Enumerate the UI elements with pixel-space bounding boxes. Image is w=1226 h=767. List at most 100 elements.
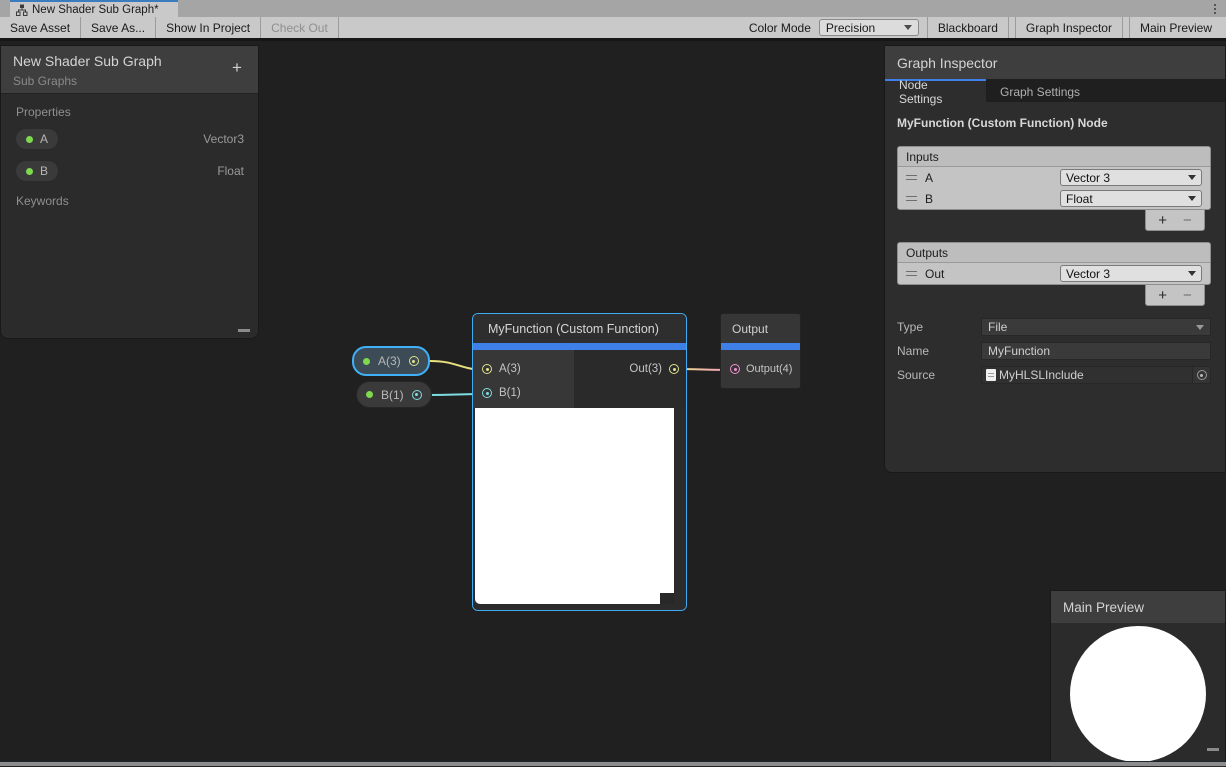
input-b-type-dropdown[interactable]: Float — [1060, 190, 1202, 207]
graph-inspector-panel: Graph Inspector Node Settings Graph Sett… — [884, 45, 1226, 473]
chevron-down-icon — [1188, 196, 1196, 201]
drag-handle-icon[interactable] — [906, 196, 917, 201]
output-port-row[interactable]: Output(4) — [721, 350, 800, 388]
inputs-row-a[interactable]: A Vector 3 — [898, 167, 1210, 188]
property-node-a[interactable]: A(3) — [352, 346, 430, 376]
main-preview-title: Main Preview — [1063, 600, 1144, 615]
chevron-down-icon — [1188, 271, 1196, 276]
inputs-row-b[interactable]: B Float — [898, 188, 1210, 209]
node-accent-bar — [721, 343, 800, 350]
input-port-b-icon[interactable] — [482, 388, 492, 398]
type-dropdown[interactable]: File — [981, 318, 1211, 336]
input-a-name: A — [925, 171, 1052, 185]
node-preview-resize-handle[interactable] — [660, 593, 674, 604]
remove-output-button[interactable]: − — [1183, 287, 1192, 304]
inputs-list-header: Inputs — [898, 147, 1210, 167]
add-property-button[interactable]: + — [228, 59, 246, 77]
myfunction-node-preview — [473, 408, 686, 611]
output-out-type-value: Vector 3 — [1066, 267, 1188, 281]
property-a-name: A — [40, 132, 48, 146]
file-icon — [986, 369, 996, 381]
properties-section-label: Properties — [16, 105, 258, 119]
output-port-label: Output(4) — [746, 363, 792, 375]
name-label: Name — [897, 344, 981, 358]
drag-handle-icon[interactable] — [906, 175, 917, 180]
source-object-field[interactable]: MyHLSLInclude — [981, 366, 1211, 384]
property-pill-a[interactable]: A — [15, 128, 59, 150]
output-port-out-icon[interactable] — [669, 364, 679, 374]
tab-node-settings[interactable]: Node Settings — [885, 79, 986, 102]
outputs-row-out[interactable]: Out Vector 3 — [898, 263, 1210, 284]
type-label: Type — [897, 320, 981, 334]
shader-graph-window: New Shader Sub Graph* Save Asset Save As… — [0, 0, 1226, 766]
input-a-type-dropdown[interactable]: Vector 3 — [1060, 169, 1202, 186]
property-node-a-label: A(3) — [378, 354, 401, 368]
object-picker-button[interactable] — [1192, 367, 1210, 383]
main-preview-resize-handle[interactable] — [1207, 748, 1219, 751]
output-port-icon[interactable] — [730, 364, 740, 374]
add-input-button[interactable]: + — [1158, 212, 1167, 229]
property-node-b-label: B(1) — [381, 388, 404, 402]
name-value: MyFunction — [988, 344, 1204, 358]
property-b-type: Float — [217, 164, 244, 178]
node-accent-bar — [473, 343, 686, 350]
port-b-float-icon[interactable] — [412, 390, 422, 400]
property-pill-b[interactable]: B — [15, 160, 59, 182]
input-port-row-b[interactable]: B(1) — [473, 381, 574, 405]
output-node-title[interactable]: Output — [721, 314, 800, 343]
inputs-list: Inputs A Vector 3 B Float — [897, 146, 1211, 210]
source-label: Source — [897, 368, 981, 382]
myfunction-node[interactable]: MyFunction (Custom Function) A(3) B(1) O… — [472, 313, 687, 611]
name-input[interactable]: MyFunction — [981, 342, 1211, 360]
myfunction-input-ports: A(3) B(1) — [473, 350, 574, 408]
remove-input-button[interactable]: − — [1183, 212, 1192, 229]
property-row-b[interactable]: B Float — [1, 159, 258, 183]
output-node[interactable]: Output Output(4) — [720, 313, 801, 389]
add-output-button[interactable]: + — [1158, 287, 1167, 304]
graph-inspector-title: Graph Inspector — [897, 55, 997, 71]
chevron-down-icon — [1188, 175, 1196, 180]
blackboard-header[interactable]: New Shader Sub Graph Sub Graphs + — [1, 46, 258, 94]
preview-sphere — [1070, 626, 1206, 762]
main-preview-body[interactable] — [1051, 623, 1225, 767]
inputs-list-footer: + − — [1145, 210, 1205, 231]
outputs-list: Outputs Out Vector 3 — [897, 242, 1211, 285]
input-port-row-a[interactable]: A(3) — [473, 357, 574, 381]
blackboard-title: New Shader Sub Graph — [13, 53, 162, 69]
outputs-list-header: Outputs — [898, 243, 1210, 263]
type-value: File — [988, 320, 1196, 334]
main-preview-header[interactable]: Main Preview — [1051, 591, 1225, 623]
exposed-property-dot-icon — [366, 391, 373, 398]
name-field-row: Name MyFunction — [897, 342, 1211, 360]
input-port-a-icon[interactable] — [482, 364, 492, 374]
tab-graph-settings[interactable]: Graph Settings — [986, 79, 1094, 102]
source-field-row: Source MyHLSLInclude — [897, 366, 1211, 384]
chevron-down-icon — [1196, 325, 1204, 330]
input-b-name: B — [925, 192, 1052, 206]
input-port-b-label: B(1) — [499, 387, 521, 399]
main-preview-panel: Main Preview — [1050, 590, 1226, 766]
outputs-list-footer: + − — [1145, 285, 1205, 306]
port-a-vector3-icon[interactable] — [409, 356, 419, 366]
inspector-node-heading: MyFunction (Custom Function) Node — [897, 116, 1213, 130]
output-out-name: Out — [925, 267, 1052, 281]
property-node-b[interactable]: B(1) — [356, 381, 432, 408]
blackboard-panel: New Shader Sub Graph Sub Graphs + Proper… — [0, 45, 259, 339]
property-row-a[interactable]: A Vector3 — [1, 127, 258, 151]
object-picker-icon — [1197, 370, 1207, 380]
node-preview-image — [475, 408, 674, 604]
blackboard-resize-handle[interactable] — [238, 329, 250, 332]
myfunction-node-title[interactable]: MyFunction (Custom Function) — [473, 314, 686, 343]
output-port-out-label: Out(3) — [629, 363, 662, 375]
output-out-type-dropdown[interactable]: Vector 3 — [1060, 265, 1202, 282]
source-value: MyHLSLInclude — [996, 368, 1192, 382]
property-b-name: B — [40, 164, 48, 178]
drag-handle-icon[interactable] — [906, 271, 917, 276]
graph-inspector-header[interactable]: Graph Inspector — [885, 46, 1225, 79]
type-field-row: Type File — [897, 318, 1211, 336]
window-bottom-edge — [0, 761, 1226, 766]
output-port-row-out[interactable]: Out(3) — [629, 357, 686, 381]
property-a-type: Vector3 — [203, 132, 244, 146]
input-port-a-label: A(3) — [499, 363, 521, 375]
input-a-type-value: Vector 3 — [1066, 171, 1188, 185]
